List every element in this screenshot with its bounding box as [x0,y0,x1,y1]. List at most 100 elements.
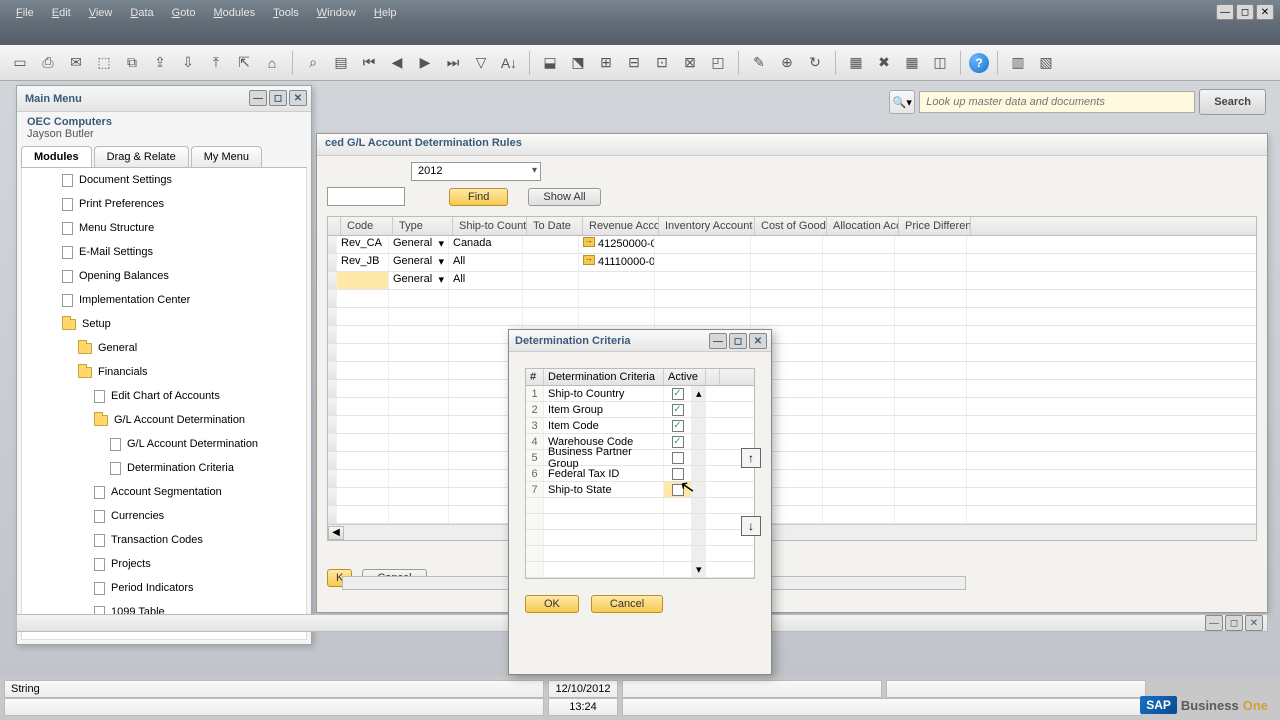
tree-item[interactable]: Setup [22,312,306,336]
export-icon[interactable]: ⤒ [204,51,228,75]
mail-icon[interactable]: ✉ [64,51,88,75]
grid-hscroll[interactable]: ◀ [328,524,1256,540]
filter-icon[interactable]: ▽ [469,51,493,75]
show-all-button[interactable]: Show All [528,188,600,206]
code-filter-input[interactable] [327,187,405,206]
prev-icon[interactable]: ◀ [385,51,409,75]
grid-cell[interactable]: General▾ [389,236,449,253]
dc-active-cell[interactable] [664,514,692,529]
tool4-icon[interactable]: ⊟ [622,51,646,75]
refresh-icon[interactable]: ↻ [803,51,827,75]
edit-icon[interactable]: ✎ [747,51,771,75]
tree-item[interactable]: Document Settings [22,168,306,192]
tree-item[interactable]: G/L Account Determination [22,408,306,432]
dc-active-cell[interactable]: ✓ [664,418,692,433]
tree-item[interactable]: Opening Balances [22,264,306,288]
alert-icon[interactable]: ✖ [872,51,896,75]
menu-file[interactable]: File [8,4,42,22]
tree-item[interactable]: Edit Chart of Accounts [22,384,306,408]
grid-col-header[interactable]: To Date [527,217,583,235]
tool6-icon[interactable]: ⊠ [678,51,702,75]
dc-row[interactable]: 5Business Partner Group [526,450,754,466]
table-row[interactable] [328,308,1256,326]
tab-modules[interactable]: Modules [21,146,92,167]
tree-item[interactable]: Print Preferences [22,192,306,216]
nav-tree[interactable]: Document SettingsPrint PreferencesMenu S… [21,168,307,640]
grid-col-header[interactable]: Code [341,217,393,235]
syslog-maximize-button[interactable]: ◻ [1225,615,1243,631]
menu-tools[interactable]: Tools [265,4,307,22]
search-button[interactable]: Search [1199,89,1266,115]
table-row[interactable] [328,470,1256,488]
table-row[interactable] [328,506,1256,524]
tree-item[interactable]: Projects [22,552,306,576]
tree-item[interactable]: Determination Criteria [22,456,306,480]
tool5-icon[interactable]: ⊡ [650,51,674,75]
checkbox[interactable] [672,468,684,480]
dc-row[interactable] [526,546,754,562]
tool1-icon[interactable]: ⬓ [538,51,562,75]
table-row[interactable] [328,290,1256,308]
grid-col-header[interactable]: Ship-to Count [453,217,527,235]
table-row[interactable] [328,344,1256,362]
find-icon[interactable]: ⌕ [301,51,325,75]
find-button[interactable]: Find [449,188,508,206]
move-up-button[interactable]: ↑ [741,448,761,468]
close-button[interactable]: ✕ [1256,4,1274,20]
dc-row[interactable]: 2Item Group✓ [526,402,754,418]
dc-active-cell[interactable] [664,450,692,465]
grid-cell[interactable]: 41110000-01-001 [579,254,655,271]
tool2-icon[interactable]: ⬔ [566,51,590,75]
table-row[interactable] [328,452,1256,470]
extra1-icon[interactable]: ▥ [1006,51,1030,75]
move-down-button[interactable]: ↓ [741,516,761,536]
menu-window[interactable]: Window [309,4,364,22]
tree-item[interactable]: Currencies [22,504,306,528]
dc-row[interactable]: 1Ship-to Country✓▴ [526,386,754,402]
dc-row[interactable]: 6Federal Tax ID [526,466,754,482]
add-icon[interactable]: ⊕ [775,51,799,75]
tree-item[interactable]: Transaction Codes [22,528,306,552]
dc-row[interactable] [526,514,754,530]
table-row[interactable] [328,488,1256,506]
copy-icon[interactable]: ⧉ [120,51,144,75]
syslog-close-button[interactable]: ✕ [1245,615,1263,631]
checkbox[interactable]: ✓ [672,388,684,400]
menu-view[interactable]: View [81,4,121,22]
checkbox[interactable]: ✓ [672,436,684,448]
print-icon[interactable]: ⎙ [36,51,60,75]
checkbox[interactable] [672,484,684,496]
table-row[interactable] [328,434,1256,452]
menu-data[interactable]: Data [122,4,161,22]
tree-item[interactable]: General [22,336,306,360]
menu-help[interactable]: Help [366,4,405,22]
grid-cell[interactable]: General▾ [389,272,449,289]
dc-active-cell[interactable]: ✓ [664,386,692,401]
tab-drag-relate[interactable]: Drag & Relate [94,146,189,167]
grid-icon[interactable]: ▦ [900,51,924,75]
dc-row[interactable]: 7Ship-to State [526,482,754,498]
new-icon[interactable]: ▭ [8,51,32,75]
dc-cancel-button[interactable]: Cancel [591,595,663,613]
dc-maximize-button[interactable]: ◻ [729,333,747,349]
menu-modules[interactable]: Modules [205,4,263,22]
dc-active-cell[interactable] [664,498,692,513]
tool7-icon[interactable]: ◰ [706,51,730,75]
doc-icon[interactable]: ▤ [329,51,353,75]
table-row[interactable] [328,416,1256,434]
search-input[interactable] [919,91,1195,113]
dc-active-cell[interactable] [664,466,692,481]
first-icon[interactable]: ⏮ [357,51,381,75]
cal-icon[interactable]: ▦ [844,51,868,75]
panel-minimize-button[interactable]: — [249,90,267,106]
grid-col-header[interactable]: Inventory Account [659,217,755,235]
chart-icon[interactable]: ◫ [928,51,952,75]
checkbox[interactable]: ✓ [672,420,684,432]
minimize-button[interactable]: — [1216,4,1234,20]
grid-col-header[interactable]: Price Differenc [899,217,971,235]
grid-col-header[interactable]: Revenue Account [583,217,659,235]
launch-icon[interactable]: ⇱ [232,51,256,75]
tree-item[interactable]: E-Mail Settings [22,240,306,264]
tree-item[interactable]: Implementation Center [22,288,306,312]
dc-active-cell[interactable]: ✓ [664,402,692,417]
